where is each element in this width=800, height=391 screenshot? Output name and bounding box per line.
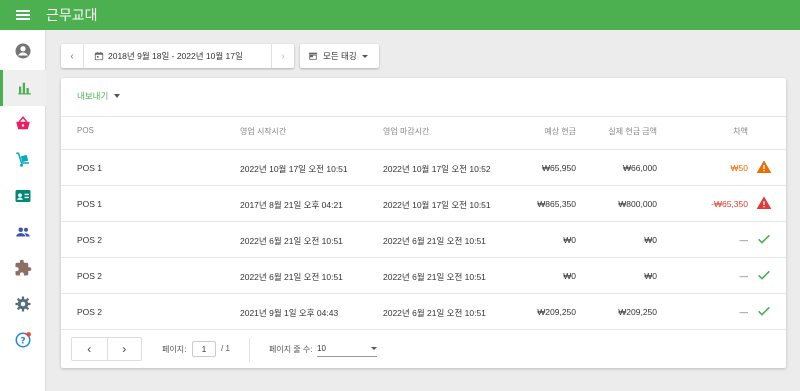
tag-filter-dropdown[interactable]: 모든 태깅 <box>300 44 379 68</box>
hamburger-menu-icon <box>16 10 30 20</box>
date-range-control: ‹ 2018년 9월 18일 - 2022년 10월 17일 › <box>61 44 294 68</box>
sidebar-item-help[interactable]: ? <box>0 322 46 358</box>
chevron-down-icon <box>371 347 377 350</box>
shifts-card: 내보내기 POS 영업 시작시간 영업 마감시간 예상 현금 실제 현금 금액 … <box>61 78 786 368</box>
chevron-down-icon <box>114 94 121 98</box>
sidebar-item-employees[interactable] <box>0 214 46 250</box>
tag-filter-label: 모든 태깅 <box>323 51 357 61</box>
next-page-button[interactable]: › <box>106 338 142 360</box>
rows-per-page-value: 10 <box>317 344 326 353</box>
cell-end: 2022년 6월 21일 오전 10:51 <box>383 272 486 282</box>
cell-expected: ₩0 <box>563 235 576 245</box>
prev-page-button[interactable]: ‹ <box>72 338 107 360</box>
cell-difference: — <box>739 307 749 317</box>
page-input[interactable] <box>192 341 216 357</box>
cell-expected: ₩865,350 <box>537 199 576 209</box>
gear-icon <box>15 296 31 312</box>
cell-expected: ₩0 <box>563 271 576 281</box>
cell-difference: -₩65,350 <box>711 199 748 209</box>
cell-expected: ₩65,950 <box>541 163 576 173</box>
cell-end: 2022년 6월 21일 오전 10:51 <box>383 236 486 246</box>
cell-actual: ₩0 <box>644 271 657 281</box>
table-row[interactable]: POS 1 2022년 10월 17일 오전 10:51 2022년 10월 1… <box>61 150 786 186</box>
people-icon <box>16 227 30 237</box>
store-icon <box>308 52 318 60</box>
checkmark-icon <box>758 270 770 280</box>
pagination: ‹ › 페이지: / 1 페이지 줄 수: 10 <box>61 332 786 368</box>
id-card-icon <box>15 190 31 202</box>
cell-end: 2022년 10월 17일 오전 10:52 <box>383 164 491 174</box>
cell-start: 2022년 10월 17일 오전 10:51 <box>240 164 348 174</box>
table-row[interactable]: POS 1 2017년 8월 21일 오후 04:21 2022년 10월 17… <box>61 186 786 222</box>
column-header-end[interactable]: 영업 마감시간 <box>383 126 429 137</box>
calendar-icon <box>94 51 104 61</box>
cell-actual: ₩0 <box>644 235 657 245</box>
column-header-pos[interactable]: POS <box>77 126 94 135</box>
cell-actual: ₩209,250 <box>618 307 657 317</box>
column-header-start[interactable]: 영업 시작시간 <box>240 126 286 137</box>
cell-end: 2022년 10월 17일 오전 10:51 <box>383 200 491 210</box>
page-label: 페이지: <box>162 345 187 354</box>
page-total: / 1 <box>221 344 230 353</box>
sidebar-item-account[interactable] <box>0 33 46 69</box>
cell-pos: POS 1 <box>77 199 103 209</box>
checkmark-icon <box>758 234 770 244</box>
cell-pos: POS 1 <box>77 163 103 173</box>
divider <box>83 44 84 68</box>
chevron-down-icon <box>361 54 368 58</box>
cell-actual: ₩66,000 <box>622 163 657 173</box>
cell-actual: ₩800,000 <box>618 199 657 209</box>
cell-expected: ₩209,250 <box>537 307 576 317</box>
help-icon: ? <box>15 332 31 348</box>
cell-start: 2017년 8월 21일 오후 04:21 <box>240 200 343 210</box>
sidebar-item-settings[interactable] <box>0 286 46 322</box>
warning-icon <box>756 160 772 173</box>
date-next-button[interactable]: › <box>272 44 294 68</box>
table-row[interactable]: POS 2 2022년 6월 21일 오전 10:51 2022년 6월 21일… <box>61 222 786 258</box>
cell-pos: POS 2 <box>77 271 103 281</box>
cell-difference: ₩50 <box>730 163 748 173</box>
cell-difference: — <box>739 235 749 245</box>
table-row[interactable]: POS 2 2021년 9월 1일 오후 04:43 2022년 6월 21일 … <box>61 294 786 330</box>
divider <box>61 116 786 117</box>
puzzle-icon <box>15 259 32 276</box>
cell-end: 2022년 6월 21일 오전 10:51 <box>383 308 486 318</box>
sidebar-item-inventory[interactable] <box>0 142 46 178</box>
sidebar: ? <box>0 30 46 391</box>
cell-start: 2022년 6월 21일 오전 10:51 <box>240 272 343 282</box>
cell-start: 2022년 6월 21일 오전 10:51 <box>240 236 343 246</box>
cell-difference: — <box>739 271 749 281</box>
table-row[interactable]: POS 2 2022년 6월 21일 오전 10:51 2022년 6월 21일… <box>61 258 786 294</box>
dolly-icon <box>16 152 29 167</box>
cell-pos: POS 2 <box>77 235 103 245</box>
date-range-picker[interactable]: 2018년 9월 18일 - 2022년 10월 17일 <box>104 50 271 62</box>
column-header-actual[interactable]: 실제 현금 금액 <box>577 126 657 137</box>
checkmark-icon <box>758 306 770 316</box>
sidebar-item-reports[interactable] <box>0 70 46 106</box>
app-bar: 근무교대 <box>0 0 800 30</box>
column-header-difference[interactable]: 차액 <box>688 126 748 137</box>
bar-chart-icon <box>17 82 31 95</box>
divider <box>249 338 250 362</box>
sidebar-item-sales[interactable] <box>0 106 46 142</box>
column-header-expected[interactable]: 예상 현금 <box>516 126 576 137</box>
account-circle-icon <box>15 43 31 59</box>
rows-per-page-label: 페이지 줄 수: <box>269 345 313 354</box>
svg-text:?: ? <box>20 336 25 346</box>
export-button[interactable]: 내보내기 <box>77 90 121 102</box>
app-title: 근무교대 <box>46 8 98 24</box>
cell-pos: POS 2 <box>77 307 103 317</box>
page-nav: ‹ › <box>71 337 142 361</box>
sidebar-item-integrations[interactable] <box>0 250 46 286</box>
cell-start: 2021년 9월 1일 오후 04:43 <box>240 308 339 318</box>
error-icon <box>756 196 772 209</box>
divider <box>61 329 786 330</box>
export-label: 내보내기 <box>77 91 109 101</box>
menu-button[interactable] <box>0 0 46 30</box>
date-prev-button[interactable]: ‹ <box>61 44 83 68</box>
sidebar-item-customers[interactable] <box>0 178 46 214</box>
basket-icon <box>16 116 30 130</box>
rows-per-page-select[interactable]: 10 <box>317 341 377 357</box>
